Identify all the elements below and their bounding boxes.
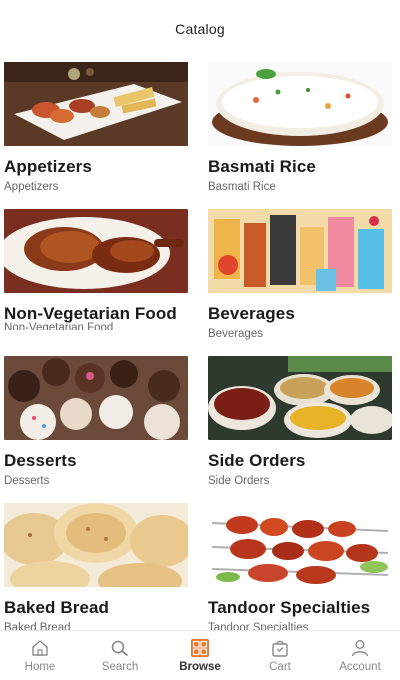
beverages-image	[208, 209, 392, 293]
desserts-image	[4, 356, 188, 440]
category-subtitle: Baked Bread	[4, 622, 71, 630]
category-subtitle: Side Orders	[208, 475, 270, 487]
bag-icon	[270, 639, 290, 657]
page-title: Catalog	[175, 21, 225, 37]
tab-home[interactable]: Home	[0, 631, 80, 680]
tab-label: Cart	[269, 661, 291, 673]
category-title: Beverages	[208, 304, 295, 323]
category-subtitle: Appetizers	[4, 181, 59, 193]
category-card-side-orders[interactable]: Side Orders Side Orders	[208, 356, 392, 488]
tab-account[interactable]: Account	[320, 631, 400, 680]
grid-icon	[190, 639, 210, 657]
category-grid: Appetizers Appetizers Basmati Rice Basma…	[0, 62, 400, 630]
tab-cart[interactable]: Cart	[240, 631, 320, 680]
tandoor-skewers-image	[208, 503, 392, 587]
basmati-rice-image	[208, 62, 392, 146]
tab-label: Browse	[179, 661, 221, 673]
category-title: Baked Bread	[4, 598, 110, 617]
category-subtitle: Basmati Rice	[208, 181, 276, 193]
side-orders-image	[208, 356, 392, 440]
category-card-appetizers[interactable]: Appetizers Appetizers	[4, 62, 188, 194]
category-subtitle: Tandoor Specialties	[208, 622, 309, 630]
category-card-basmati-rice[interactable]: Basmati Rice Basmati Rice	[208, 62, 392, 194]
user-icon	[350, 639, 370, 657]
category-title: Basmati Rice	[208, 157, 316, 176]
category-title: Desserts	[4, 451, 77, 470]
tab-browse[interactable]: Browse	[160, 631, 240, 680]
category-title: Appetizers	[4, 157, 92, 176]
category-title: Side Orders	[208, 451, 306, 470]
category-card-tandoor-specialties[interactable]: Tandoor Specialties Tandoor Specialties	[208, 503, 392, 630]
appetizer-platter-image	[4, 62, 188, 146]
category-card-baked-bread[interactable]: Baked Bread Baked Bread	[4, 503, 188, 630]
tab-label: Home	[24, 661, 56, 673]
category-card-non-vegetarian[interactable]: Non-Vegetarian Food Non-Vegetarian Food	[4, 209, 188, 330]
category-card-desserts[interactable]: Desserts Desserts	[4, 356, 188, 488]
baked-bread-image	[4, 503, 188, 587]
category-subtitle: Beverages	[208, 328, 263, 340]
tab-label: Search	[101, 661, 139, 673]
search-icon	[110, 639, 130, 657]
home-icon	[30, 639, 50, 657]
tab-search[interactable]: Search	[80, 631, 160, 680]
bottom-tab-bar: Home Search Browse Cart Account	[0, 630, 400, 680]
category-card-beverages[interactable]: Beverages Beverages	[208, 209, 392, 341]
tab-label: Account	[339, 661, 381, 673]
roast-chicken-image	[4, 209, 188, 293]
app-header: Catalog	[0, 0, 400, 58]
category-subtitle: Desserts	[4, 475, 50, 487]
category-title: Tandoor Specialties	[208, 598, 371, 617]
